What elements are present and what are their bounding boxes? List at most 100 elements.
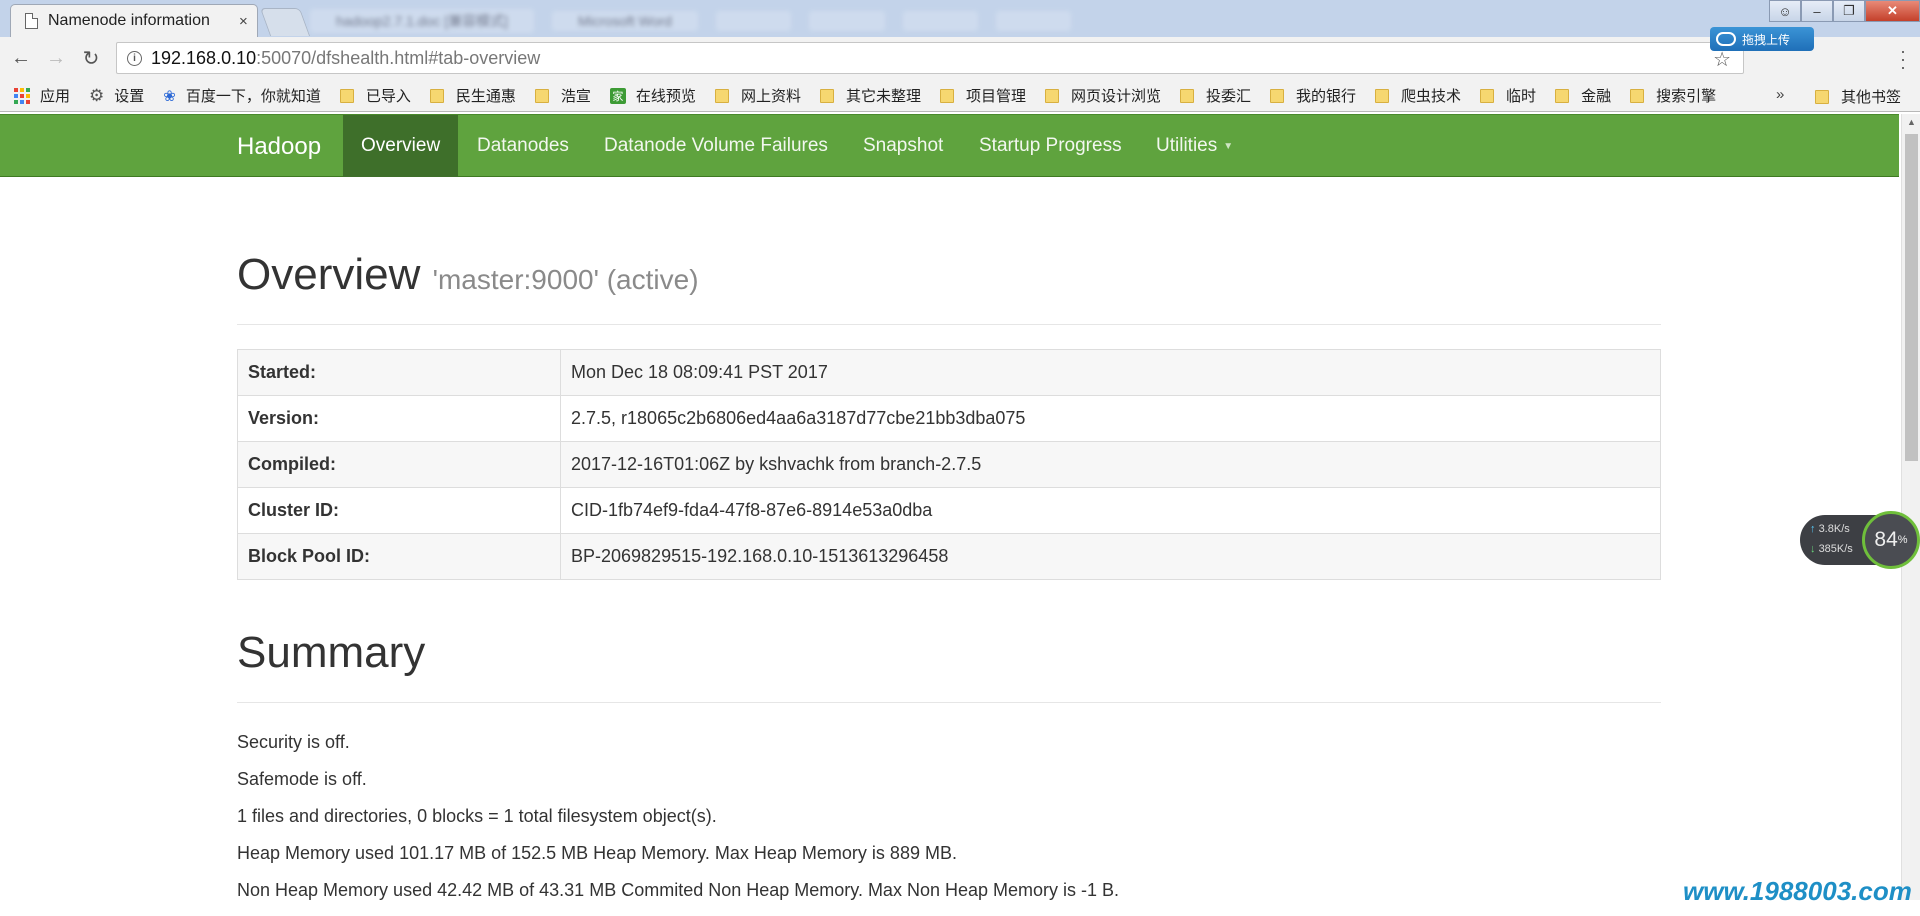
page-subtitle: 'master:9000' (active) <box>432 264 699 295</box>
background-tab[interactable] <box>715 11 792 31</box>
summary-line: Heap Memory used 101.17 MB of 152.5 MB H… <box>237 843 957 863</box>
minimize-icon[interactable]: – <box>1801 0 1833 22</box>
bookmark-settings[interactable]: ⚙ 设置 <box>89 85 144 106</box>
row-key: Cluster ID: <box>237 487 561 534</box>
main-content: Overview 'master:9000' (active) Started:… <box>237 178 1661 916</box>
bookmark-folder[interactable]: 金融 <box>1555 85 1611 106</box>
page-scrollbar[interactable]: ▲ <box>1901 114 1920 900</box>
browser-tab-active[interactable]: Namenode information × <box>10 4 258 37</box>
bookmark-folder[interactable]: 搜索引擎 <box>1630 85 1716 106</box>
bookmark-folder[interactable]: 其它未整理 <box>819 85 921 106</box>
usage-ring: 84% <box>1862 511 1920 569</box>
forward-icon[interactable]: → <box>42 45 70 73</box>
table-row: Compiled: 2017-12-16T01:06Z by kshvachk … <box>237 441 1661 488</box>
row-key: Compiled: <box>237 441 561 488</box>
bookmark-folder[interactable]: 投委汇 <box>1180 85 1251 106</box>
background-tab[interactable]: hadoop2.7.1.doc [兼容模式] <box>310 9 534 33</box>
folder-icon <box>1180 88 1194 103</box>
background-tab[interactable] <box>902 11 978 31</box>
nav-utilities[interactable]: Utilities ▼ <box>1138 115 1251 177</box>
bookmark-folder[interactable]: 临时 <box>1480 85 1536 106</box>
bookmark-label: 临时 <box>1506 88 1537 105</box>
restore-icon[interactable]: ❐ <box>1833 0 1865 22</box>
folder-icon <box>534 88 549 103</box>
folder-icon <box>1555 88 1570 103</box>
close-window-icon[interactable]: ✕ <box>1865 0 1920 22</box>
bookmark-baidu[interactable]: ❀ 百度一下，你就知道 <box>163 85 321 106</box>
table-row: Version: 2.7.5, r18065c2b6806ed4aa6a3187… <box>237 395 1661 442</box>
browser-toolbar: ← → ↻ i 192.168.0.10:50070/dfshealth.htm… <box>0 37 1920 80</box>
reload-icon[interactable]: ↻ <box>77 45 105 73</box>
table-row: Block Pool ID: BP-2069829515-192.168.0.1… <box>237 533 1661 580</box>
new-tab-button[interactable] <box>259 8 311 36</box>
scroll-up-icon[interactable]: ▲ <box>1902 114 1920 131</box>
watermark: www.1988003.com <box>1683 876 1912 906</box>
row-value: BP-2069829515-192.168.0.10-1513613296458 <box>560 533 1661 580</box>
nav-startup-progress[interactable]: Startup Progress <box>961 115 1140 177</box>
folder-icon <box>1815 89 1829 104</box>
cloud-icon <box>1716 32 1736 46</box>
table-row: Cluster ID: CID-1fb74ef9-fda4-47f8-87e6-… <box>237 487 1661 534</box>
bookmark-folder[interactable]: 网上资料 <box>714 85 801 106</box>
background-tab[interactable] <box>995 11 1072 31</box>
row-value: 2017-12-16T01:06Z by kshvachk from branc… <box>560 441 1661 488</box>
bookmark-label: 爬虫技术 <box>1401 88 1462 105</box>
bookmark-label: 其他书签 <box>1841 89 1902 106</box>
back-icon[interactable]: ← <box>7 45 35 73</box>
summary-heading: Summary <box>237 628 426 677</box>
folder-icon <box>714 88 729 103</box>
folder-icon <box>1630 88 1645 103</box>
bookmark-label: 设置 <box>114 88 145 105</box>
bookmark-folder[interactable]: 民生通惠 <box>429 85 516 106</box>
address-bar[interactable]: i 192.168.0.10:50070/dfshealth.html#tab-… <box>116 42 1744 74</box>
upload-badge[interactable]: 拖拽上传 <box>1710 27 1814 51</box>
navbar-brand[interactable]: Hadoop <box>237 133 321 161</box>
bookmark-apps[interactable]: 应用 <box>14 85 70 106</box>
row-value: CID-1fb74ef9-fda4-47f8-87e6-8914e53a0dba <box>560 487 1661 534</box>
scrollbar-thumb[interactable] <box>1905 134 1918 461</box>
folder-icon <box>1044 88 1059 103</box>
summary-list: Security is off. Safemode is off. 1 file… <box>237 731 1661 901</box>
overview-heading: Overview 'master:9000' (active) <box>237 250 1661 300</box>
info-icon[interactable]: i <box>127 50 142 66</box>
bookmark-folder[interactable]: 项目管理 <box>939 85 1026 106</box>
chevron-down-icon: ▼ <box>1223 140 1234 152</box>
nav-datanodes[interactable]: Datanodes <box>459 115 587 177</box>
summary-line: Safemode is off. <box>237 769 367 789</box>
summary-line: Non Heap Memory used 42.42 MB of 43.31 M… <box>237 880 1120 900</box>
nav-snapshot[interactable]: Snapshot <box>845 115 961 177</box>
bookmark-label: 应用 <box>40 88 71 105</box>
bookmark-label: 我的银行 <box>1296 88 1357 105</box>
background-tab[interactable]: Microsoft Word <box>552 11 698 31</box>
bookmark-folder[interactable]: 网页设计浏览 <box>1044 85 1161 106</box>
tab-close-icon[interactable]: × <box>239 13 248 30</box>
bookmark-folder[interactable]: 爬虫技术 <box>1375 85 1461 106</box>
bookmark-folder[interactable]: 已导入 <box>339 85 411 106</box>
folder-icon <box>1375 88 1390 103</box>
background-tab[interactable] <box>809 11 885 31</box>
bookmark-online-preview[interactable]: 家在线预览 <box>609 85 696 106</box>
user-icon[interactable]: ☺ <box>1769 0 1801 22</box>
gear-icon: ⚙ <box>89 85 105 105</box>
bookmark-label: 其它未整理 <box>845 88 921 105</box>
row-value: 2.7.5, r18065c2b6806ed4aa6a3187d77cbe21b… <box>560 395 1661 442</box>
baidu-paw-icon: ❀ <box>163 87 176 105</box>
nav-overview[interactable]: Overview <box>343 115 459 177</box>
row-key: Block Pool ID: <box>237 533 561 580</box>
usage-percent-suffix: % <box>1897 534 1908 546</box>
bookmarks-overflow-icon[interactable]: » <box>1776 86 1784 103</box>
row-key: Version: <box>237 395 561 442</box>
folder-icon <box>939 88 954 103</box>
bookmark-folder[interactable]: 浩宣 <box>534 85 591 106</box>
home-icon: 家 <box>609 87 626 104</box>
nav-datanode-volume-failures[interactable]: Datanode Volume Failures <box>586 115 846 177</box>
folder-icon <box>429 88 444 103</box>
bookmark-folder[interactable]: 我的银行 <box>1270 85 1356 106</box>
table-row: Started: Mon Dec 18 08:09:41 PST 2017 <box>237 349 1661 396</box>
browser-menu-icon[interactable]: · · · <box>1900 42 1906 76</box>
browser-tab-strip: Namenode information × hadoop2.7.1.doc [… <box>0 0 1920 37</box>
bookmark-label: 百度一下，你就知道 <box>185 88 321 105</box>
apps-icon <box>14 87 30 104</box>
network-speed-widget[interactable]: 3.8K/s 385K/s 84% <box>1800 511 1920 569</box>
bookmark-other[interactable]: 其他书签 <box>1815 86 1901 107</box>
